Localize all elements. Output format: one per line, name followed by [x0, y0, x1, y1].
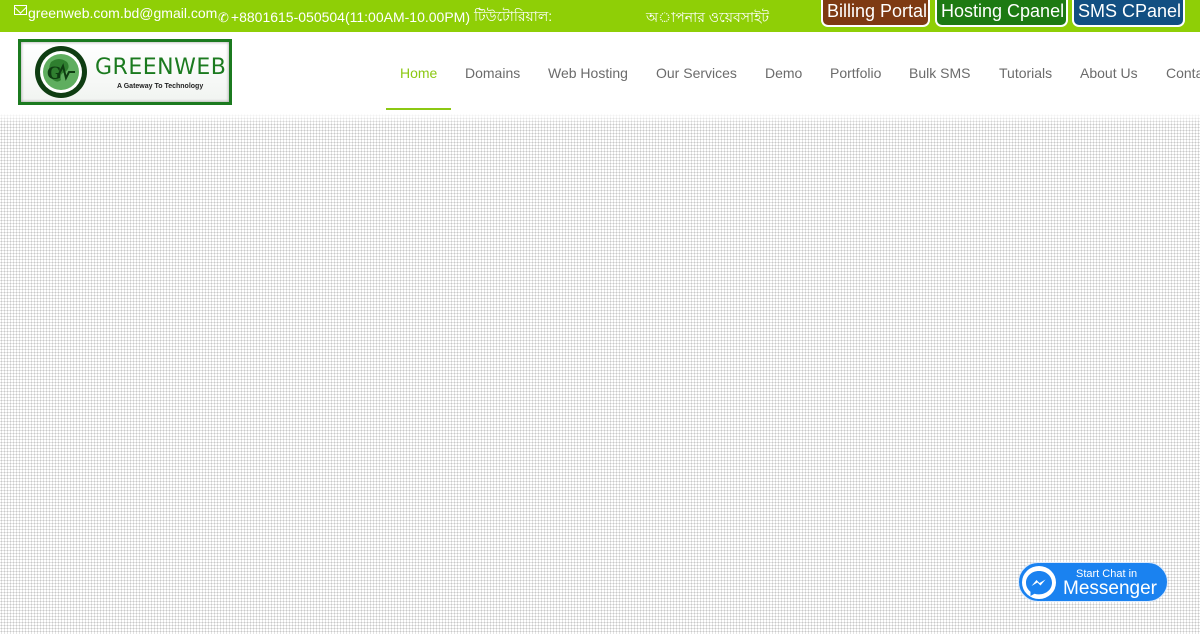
greenweb-logo[interactable]: G GREENWEB A Gateway To Technology — [18, 39, 232, 105]
messenger-icon — [1022, 566, 1056, 599]
nav-our-services[interactable]: Our Services — [642, 32, 751, 110]
phone-icon: ✆ — [218, 9, 229, 25]
nav-about-us[interactable]: About Us — [1066, 32, 1152, 110]
website-link[interactable]: অাপনার ওয়েবসাইট — [646, 6, 769, 30]
main-content-area — [0, 114, 1200, 634]
nav-contact[interactable]: Contact — [1152, 32, 1200, 110]
tutorial-label: টিউটোরিয়াল: — [473, 8, 553, 24]
billing-portal-button[interactable]: Billing Portal — [821, 0, 930, 27]
messenger-line2: Messenger — [1063, 578, 1157, 599]
nav-demo[interactable]: Demo — [751, 32, 816, 110]
logo-tagline: A Gateway To Technology — [117, 83, 204, 90]
nav-tutorials[interactable]: Tutorials — [985, 32, 1066, 110]
contact-phone[interactable]: ✆ +8801615-050504(11:00AM-10.00PM) টিউটো… — [218, 5, 552, 29]
nav-portfolio[interactable]: Portfolio — [816, 32, 895, 110]
nav-home[interactable]: Home — [386, 32, 451, 110]
mail-icon — [14, 5, 27, 15]
nav-domains[interactable]: Domains — [451, 32, 534, 110]
main-nav: Home Domains Web Hosting Our Services De… — [386, 32, 1200, 110]
sms-cpanel-button[interactable]: SMS CPanel — [1072, 0, 1185, 27]
hosting-cpanel-button[interactable]: Hosting Cpanel — [935, 0, 1068, 27]
phone-text: +8801615-050504(11:00AM-10.00PM) — [230, 9, 470, 25]
contact-email[interactable]: greenweb.com.bd@gmail.com — [14, 5, 217, 21]
globe-icon: G — [35, 46, 87, 98]
site-header: G GREENWEB A Gateway To Technology Home … — [0, 32, 1200, 114]
nav-bulk-sms[interactable]: Bulk SMS — [895, 32, 985, 110]
top-bar: greenweb.com.bd@gmail.com ✆ +8801615-050… — [0, 0, 1200, 32]
logo-title: GREENWEB — [95, 55, 227, 80]
nav-web-hosting[interactable]: Web Hosting — [534, 32, 642, 110]
messenger-chat-button[interactable]: Start Chat in Messenger — [1018, 562, 1168, 602]
email-text: greenweb.com.bd@gmail.com — [28, 5, 218, 21]
